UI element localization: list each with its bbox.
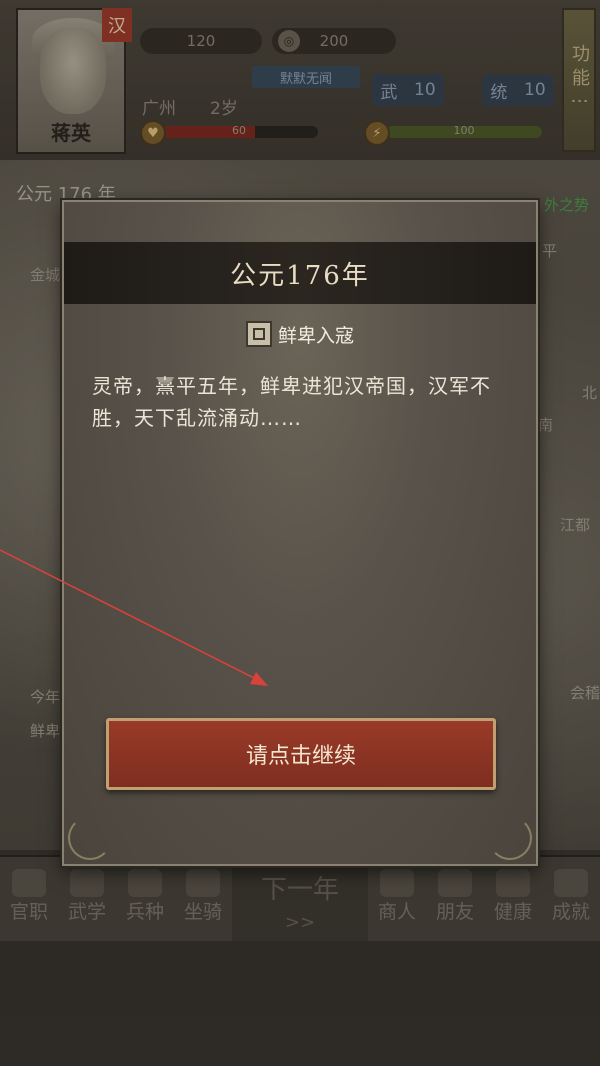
annotation-arrow (0, 549, 268, 686)
annotation-arrow-line (0, 549, 259, 681)
annotation-arrow-head (250, 672, 268, 686)
